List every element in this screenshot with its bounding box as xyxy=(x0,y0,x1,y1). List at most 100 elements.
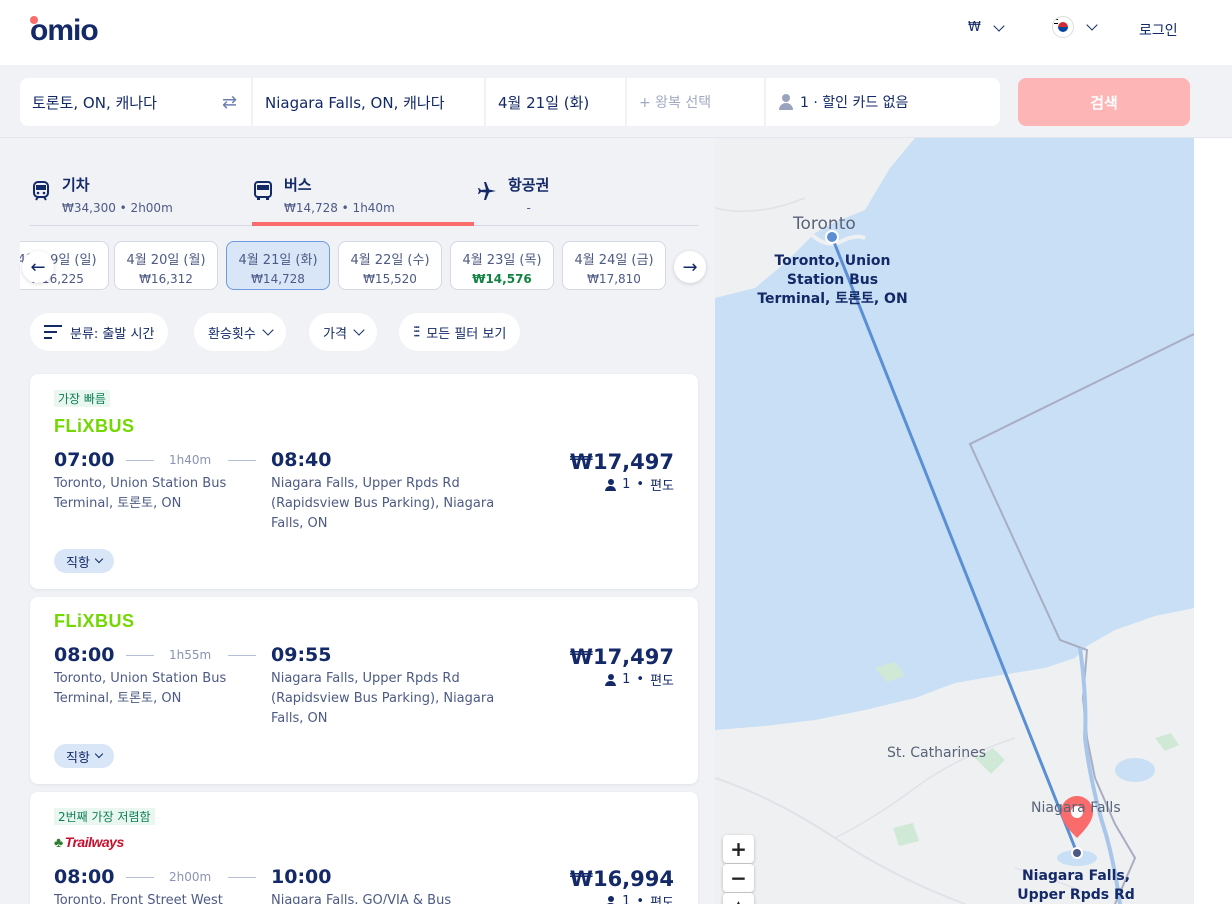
all-filters-button[interactable]: ⫶⫶⫶ 모든 필터 보기 xyxy=(399,313,521,351)
trip-type: 편도 xyxy=(650,479,674,494)
tab-train-label: 기차 xyxy=(62,176,90,194)
dot-separator: • xyxy=(636,672,645,687)
all-filters-label: 모든 필터 보기 xyxy=(426,326,507,342)
direct-toggle[interactable]: 직항 xyxy=(54,744,114,768)
duration-line xyxy=(126,460,154,461)
passenger-info: 1 • 편도 xyxy=(605,475,674,494)
person-icon xyxy=(605,478,617,491)
currency-selector[interactable]: ₩ xyxy=(968,19,1005,35)
tab-flight-sub: - xyxy=(526,201,531,215)
compass-button[interactable]: ▲ xyxy=(723,893,754,904)
origin-field[interactable]: 토론토, ON, 캐나다 xyxy=(20,78,251,126)
top-header: omio ₩ 로그인 xyxy=(0,0,1232,66)
map-origin-label: Toronto, Union Station Bus Terminal, 토론토… xyxy=(757,253,908,307)
arrival-stop: Niagara Falls, Upper Rpds Rd (Rapidsview… xyxy=(271,476,495,531)
arrow-right-icon[interactable]: → xyxy=(674,251,706,283)
passengers-value: 1 · 할인 카드 없음 xyxy=(800,95,909,111)
zoom-in-button[interactable]: + xyxy=(723,835,754,863)
return-placeholder: + 왕복 선택 xyxy=(639,95,712,111)
login-link[interactable]: 로그인 xyxy=(1139,20,1178,40)
transfers-label: 환승횟수 xyxy=(208,326,256,342)
date-label: 4월 21일 (화) xyxy=(238,253,318,268)
chevron-down-icon xyxy=(1086,19,1098,31)
date-value: 4월 21일 (화) xyxy=(498,93,590,112)
result-card[interactable]: 2번째 가장 저렴함 Trailways 08:00 2h00m 10:00 T… xyxy=(30,792,698,904)
compass-icon: ▲ xyxy=(731,895,746,904)
filter-bar: 분류: 출발 시간 환승횟수 가격 ⫶⫶⫶ 모든 필터 보기 xyxy=(30,313,710,351)
date-pill-selected[interactable]: 4월 21일 (화) ₩14,728 xyxy=(226,241,330,290)
duration-line xyxy=(228,877,256,878)
departure-stop: Toronto, Union Station Bus Terminal, 토론토… xyxy=(54,476,227,511)
duration: 2h00m xyxy=(169,870,212,884)
price: ₩17,497 xyxy=(569,450,674,474)
map-city-niagara: Niagara Falls xyxy=(1031,800,1121,816)
omio-logo[interactable]: omio xyxy=(30,14,99,48)
swap-icon[interactable]: ⇄ xyxy=(222,92,237,113)
fastest-badge: 가장 빠름 xyxy=(54,390,110,407)
route-map[interactable]: Toronto Toronto, Union Station Bus Termi… xyxy=(715,138,1194,904)
language-selector[interactable] xyxy=(1052,16,1098,38)
result-card[interactable]: FLiXBUS 08:00 1h55m 09:55 Toronto, Union… xyxy=(30,597,698,784)
flixbus-logo: FLiXBUS xyxy=(54,416,135,436)
tab-flight-label: 항공권 xyxy=(508,176,550,194)
date-pill[interactable]: 4월 24일 (금) ₩17,810 xyxy=(562,241,666,290)
date-pill[interactable]: 4월 19일 (일) ₩16,225 xyxy=(5,241,109,290)
currency-symbol: ₩ xyxy=(968,20,981,35)
carousel-fade xyxy=(0,241,20,291)
destination-field[interactable]: Niagara Falls, ON, 캐나다 xyxy=(253,78,484,126)
date-pill[interactable]: 4월 22일 (수) ₩15,520 xyxy=(338,241,442,290)
transfers-filter[interactable]: 환승횟수 xyxy=(194,313,286,351)
arrival-stop: Niagara Falls, GO/VIA & Bus xyxy=(271,893,452,904)
flixbus-logo: FLiXBUS xyxy=(54,611,135,631)
passenger-info: 1 • 편도 xyxy=(605,892,674,904)
arrival-time: 08:40 xyxy=(271,449,332,471)
chevron-down-icon xyxy=(993,19,1005,32)
date-price: ₩14,728 xyxy=(251,272,305,286)
sliders-icon: ⫶⫶⫶ xyxy=(413,323,420,341)
dot-separator: • xyxy=(636,894,645,904)
tab-flight[interactable]: 항공권 - xyxy=(476,168,549,226)
cheapest-badge: 2번째 가장 저렴함 xyxy=(54,808,155,825)
search-button[interactable]: 검색 xyxy=(1018,78,1190,126)
pax-count: 1 xyxy=(622,477,631,492)
map-destination-label: Niagara Falls, Upper Rpds Rd (Rapidsview xyxy=(1017,868,1135,903)
result-card[interactable]: 가장 빠름 FLiXBUS 07:00 1h40m 08:40 Toronto,… xyxy=(30,374,698,589)
arrival-time: 09:55 xyxy=(271,644,332,666)
sort-button[interactable]: 분류: 출발 시간 xyxy=(30,313,169,351)
dot-separator: • xyxy=(636,477,645,492)
chevron-down-icon xyxy=(262,324,274,336)
destination-value: Niagara Falls, ON, 캐나다 xyxy=(265,93,445,112)
date-field[interactable]: 4월 21일 (화) xyxy=(486,78,625,126)
direct-label: 직항 xyxy=(66,750,90,766)
sort-label: 분류: 출발 시간 xyxy=(70,326,155,342)
korea-flag-icon xyxy=(1052,16,1074,38)
date-pill[interactable]: 4월 20일 (월) ₩16,312 xyxy=(114,241,218,290)
date-price: ₩16,225 xyxy=(30,272,84,286)
direct-label: 직항 xyxy=(66,555,90,571)
price-label: 가격 xyxy=(323,326,347,342)
duration-line xyxy=(126,655,154,656)
tab-bus[interactable]: 버스 ₩14,728 • 1h40m xyxy=(252,168,395,226)
results-panel: 기차 ₩34,300 • 2h00m 버스 ₩14,728 • 1h40m 항공… xyxy=(0,138,715,904)
return-field[interactable]: + 왕복 선택 xyxy=(627,78,764,126)
price-filter[interactable]: 가격 xyxy=(309,313,377,351)
arrow-left-icon[interactable]: ← xyxy=(22,251,54,283)
chevron-down-icon xyxy=(94,554,104,564)
person-icon xyxy=(605,673,617,686)
map-city-toronto: Toronto xyxy=(793,214,856,234)
direct-toggle[interactable]: 직항 xyxy=(54,549,114,573)
tab-bus-sub: ₩14,728 • 1h40m xyxy=(284,201,395,215)
tab-train[interactable]: 기차 ₩34,300 • 2h00m xyxy=(30,168,173,226)
origin-value: 토론토, ON, 캐나다 xyxy=(32,93,157,112)
page-right-margin xyxy=(1194,138,1232,904)
passengers-field[interactable]: 1 · 할인 카드 없음 xyxy=(766,78,1000,126)
trailways-logo: Trailways xyxy=(54,834,125,850)
person-icon xyxy=(605,895,617,904)
date-pill[interactable]: 4월 23일 (목) ₩14,576 xyxy=(450,241,554,290)
active-tab-indicator xyxy=(252,222,474,226)
departure-stop: Toronto, Union Station Bus Terminal, 토론토… xyxy=(54,671,227,706)
passenger-info: 1 • 편도 xyxy=(605,670,674,689)
departure-stop: Toronto, Front Street West xyxy=(54,893,223,904)
zoom-out-button[interactable]: − xyxy=(723,864,754,892)
trip-type: 편도 xyxy=(650,896,674,904)
